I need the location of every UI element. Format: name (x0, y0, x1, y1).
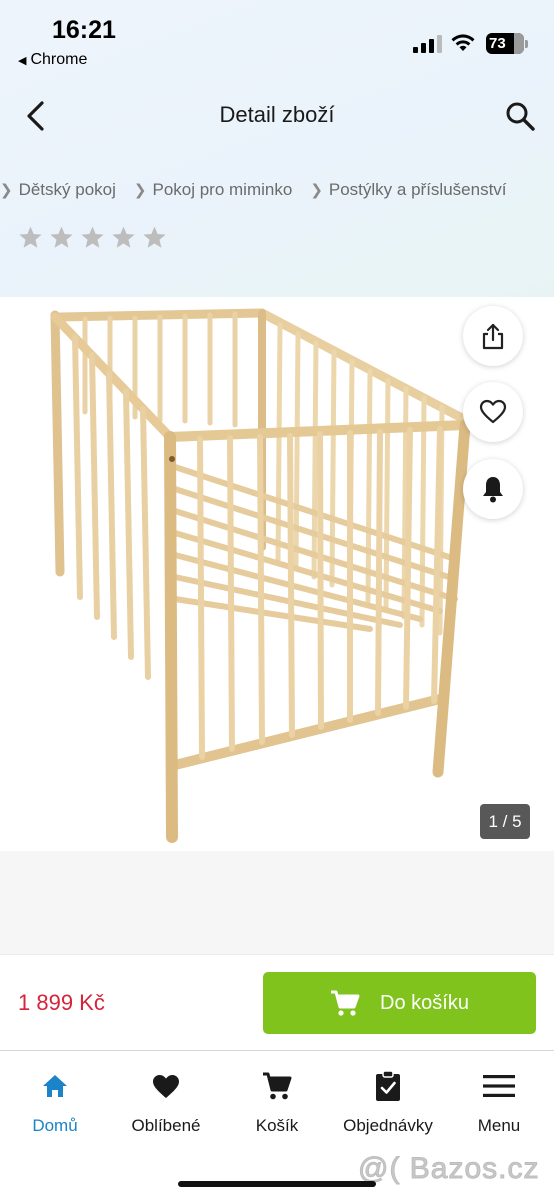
nav-label-home: Domů (32, 1116, 78, 1135)
star-icon (143, 226, 166, 248)
hamburger-icon (483, 1075, 515, 1097)
bell-icon (483, 477, 503, 503)
status-time: 16:21 (52, 16, 116, 44)
back-to-app[interactable]: ◀ Chrome (18, 51, 87, 69)
home-indicator[interactable] (178, 1181, 376, 1187)
star-icon (50, 226, 73, 248)
breadcrumb-label: Dětský pokoj (18, 180, 116, 199)
page-title: Detail zboží (219, 102, 335, 127)
wifi-icon (451, 34, 475, 51)
nav-label-cart: Košík (255, 1116, 299, 1135)
heart-outline-icon (479, 399, 507, 424)
cart-icon (263, 1072, 292, 1100)
chevron-right-icon: ❯ (133, 182, 147, 199)
chevron-right-icon: ❯ (0, 182, 13, 199)
battery-icon: 73 (486, 33, 524, 54)
share-button[interactable] (463, 306, 523, 366)
nav-label-favorites: Oblíbené (131, 1116, 201, 1135)
breadcrumb-label: Pokoj pro miminko (152, 180, 293, 199)
back-triangle-icon: ◀ (18, 54, 27, 67)
breadcrumb-item[interactable]: ❯ Postýlky a příslušenství (304, 180, 506, 200)
add-to-cart-label: Do košíku (380, 991, 469, 1014)
battery-tip (525, 40, 528, 48)
nav-item-favorites[interactable]: Oblíbené (111, 1068, 221, 1136)
heart-icon (153, 1074, 179, 1098)
rating-stars (18, 225, 167, 250)
notify-button[interactable] (463, 459, 523, 519)
breadcrumb-item[interactable]: ❯ Dětský pokoj (0, 180, 116, 200)
search-button[interactable] (502, 98, 538, 134)
chevron-right-icon: ❯ (310, 182, 323, 199)
cart-icon (331, 990, 360, 1016)
share-icon (482, 323, 504, 350)
add-to-cart-button[interactable]: Do košíku (263, 972, 536, 1034)
nav-label-orders: Objednávky (343, 1116, 433, 1135)
star-icon (19, 226, 42, 248)
battery-level: 73 (489, 35, 506, 52)
favorite-button[interactable] (463, 382, 523, 442)
clipboard-icon (376, 1070, 400, 1101)
search-icon (506, 102, 535, 131)
star-icon (112, 226, 135, 248)
nav-item-orders[interactable]: Objednávky (333, 1068, 443, 1136)
breadcrumb-item[interactable]: ❯ Pokoj pro miminko (128, 180, 292, 200)
product-image[interactable] (0, 297, 554, 850)
nav-item-home[interactable]: Domů (0, 1068, 110, 1136)
watermark: @( Bazos.cz (358, 1152, 540, 1186)
star-icon (81, 226, 104, 248)
signal-icon (413, 35, 442, 53)
nav-item-cart[interactable]: Košík (222, 1068, 332, 1136)
nav-item-menu[interactable]: Menu (444, 1068, 554, 1136)
content-spacer (0, 851, 554, 954)
breadcrumb: ❯ Dětský pokoj ❯ Pokoj pro miminko ❯ Pos… (0, 178, 507, 202)
product-price: 1 899 Kč (18, 990, 105, 1015)
image-counter: 1 / 5 (480, 804, 530, 839)
crib-illustration (50, 308, 471, 843)
nav-label-menu: Menu (477, 1116, 521, 1135)
back-app-label: Chrome (30, 51, 88, 68)
breadcrumb-label: Postýlky a příslušenství (328, 180, 507, 199)
home-icon (43, 1075, 67, 1097)
